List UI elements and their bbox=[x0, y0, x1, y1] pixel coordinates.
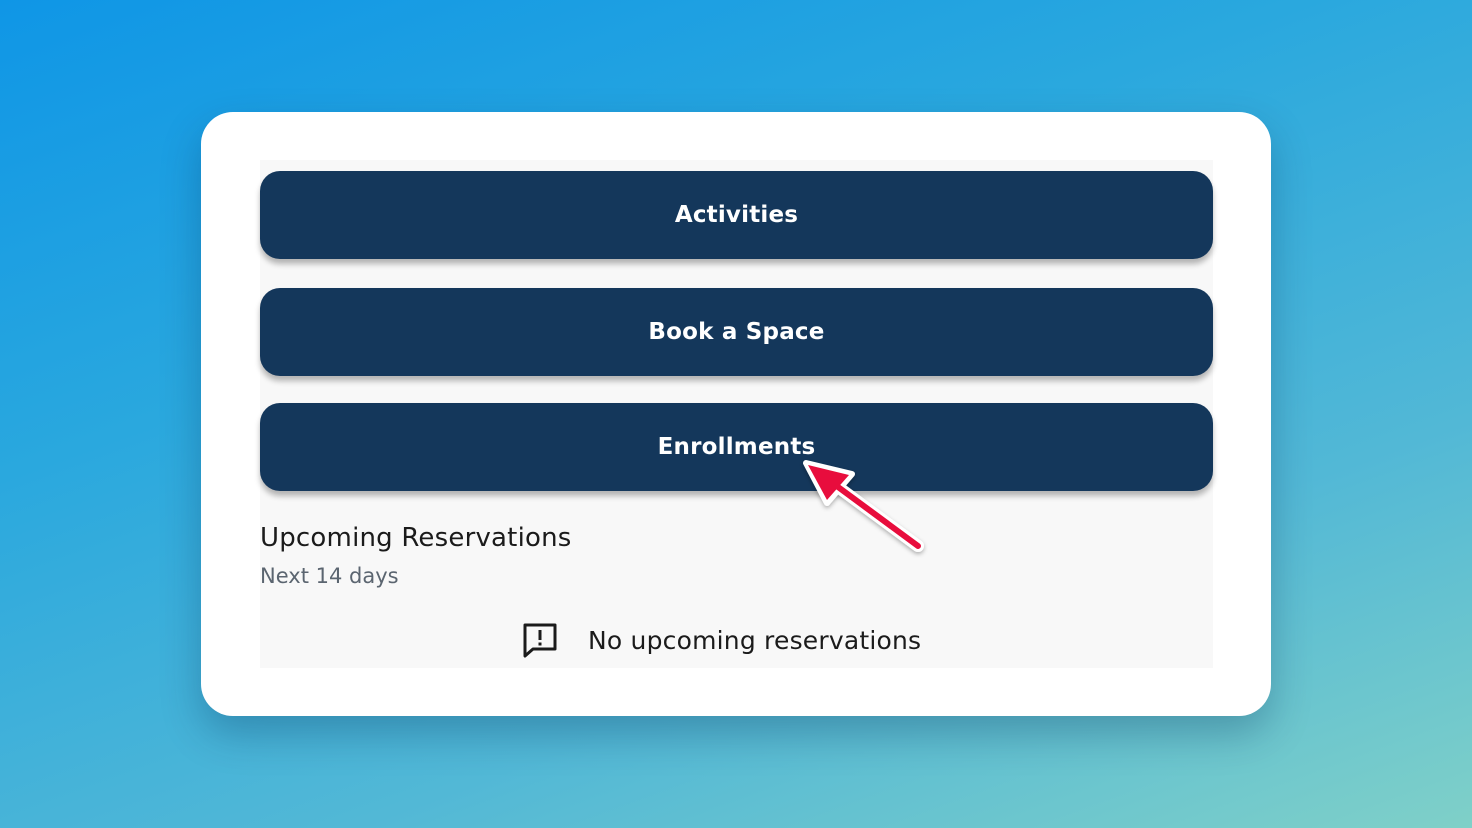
upcoming-reservations-heading: Upcoming Reservations bbox=[260, 523, 572, 553]
activities-button[interactable]: Activities bbox=[260, 171, 1213, 259]
book-a-space-button[interactable]: Book a Space bbox=[260, 288, 1213, 376]
reservations-card: Activities Book a Space Enrollments Upco… bbox=[201, 112, 1271, 716]
enrollments-button[interactable]: Enrollments bbox=[260, 403, 1213, 491]
upcoming-reservations-subtitle: Next 14 days bbox=[260, 564, 399, 588]
content-panel: Activities Book a Space Enrollments Upco… bbox=[260, 160, 1213, 668]
empty-reservations-state: No upcoming reservations bbox=[522, 622, 921, 658]
comment-alert-icon bbox=[522, 622, 558, 658]
empty-reservations-message: No upcoming reservations bbox=[588, 625, 922, 655]
